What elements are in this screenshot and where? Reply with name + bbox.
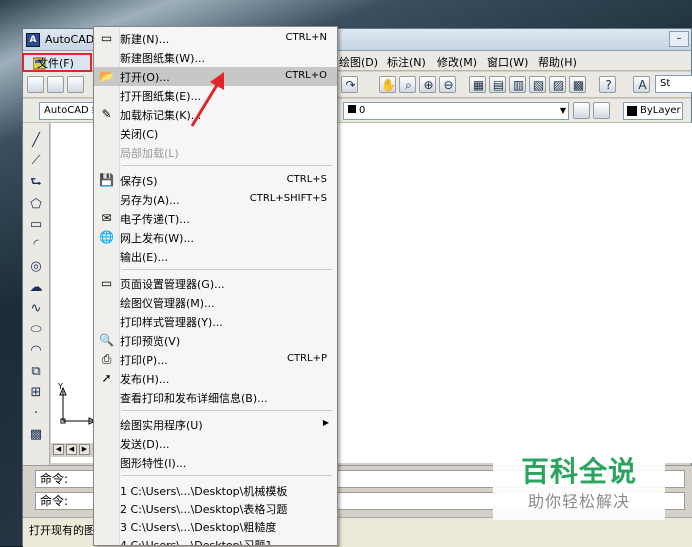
zoom-realtime-icon[interactable]: ⌕ <box>399 76 416 93</box>
hatch-icon[interactable]: ▩ <box>28 427 44 443</box>
menu-separator <box>122 475 332 476</box>
construction-line-icon[interactable]: ⟋ <box>28 153 44 169</box>
tool-palettes-icon[interactable]: ▥ <box>509 76 526 93</box>
revision-cloud-icon[interactable]: ☁ <box>28 280 44 296</box>
menu-page-setup[interactable]: ▭ 页面设置管理器(G)... <box>94 274 337 293</box>
draw-toolbar: ╱ ⟋ ⮑ ⬠ ▭ ◜ ◎ ☁ ∿ ⬭ ◠ ⧉ ⊞ · ▩ <box>23 123 50 491</box>
menu-dimension[interactable]: 标注(N) <box>387 54 426 70</box>
menu-publish-web[interactable]: 🌐 网上发布(W)... <box>94 228 337 247</box>
print-preview-icon: 🔍 <box>99 333 114 347</box>
first-tab-button[interactable]: ◀ <box>53 444 64 455</box>
minimize-button[interactable]: – <box>669 31 689 47</box>
menu-window[interactable]: 窗口(W) <box>487 54 528 70</box>
menu-draw[interactable]: 绘图(D) <box>339 54 378 70</box>
make-current-layer-icon[interactable] <box>593 102 610 119</box>
zoom-previous-icon[interactable]: ⊖ <box>439 76 456 93</box>
polyline-icon[interactable]: ⮑ <box>28 175 44 191</box>
menu-send[interactable]: 发送(D)... <box>94 434 337 453</box>
menu-help[interactable]: 帮助(H) <box>538 54 577 70</box>
pan-icon[interactable]: ✋ <box>379 76 396 93</box>
menu-publish[interactable]: ➚ 发布(H)... <box>94 369 337 388</box>
menu-new-sheetset[interactable]: 新建图纸集(W)... <box>94 48 337 67</box>
menu-recent-file[interactable]: 1 C:\Users\...\Desktop\机械模板 <box>94 481 337 500</box>
layer-combo[interactable]: 0 ▼ <box>343 102 569 120</box>
new-file-icon: ▭ <box>100 31 113 45</box>
menu-etransmit[interactable]: ✉ 电子传递(T)... <box>94 209 337 228</box>
menu-new[interactable]: ▭ 新建(N)... CTRL+N <box>94 29 337 48</box>
ellipse-arc-icon[interactable]: ◠ <box>28 343 44 359</box>
menu-save-as[interactable]: 另存为(A)... CTRL+SHIFT+S <box>94 190 337 209</box>
save-icon: 💾 <box>99 173 114 187</box>
watermark-title: 百科全说 <box>520 455 637 488</box>
menu-modify[interactable]: 修改(M) <box>437 54 477 70</box>
publish-icon: ➚ <box>101 371 112 385</box>
menu-plot-style-manager[interactable]: 打印样式管理器(Y)... <box>94 312 337 331</box>
text-style-combo[interactable]: St <box>655 75 692 93</box>
menu-separator <box>122 410 332 411</box>
insert-block-icon[interactable]: ⧉ <box>28 364 44 380</box>
open-icon[interactable] <box>47 76 64 93</box>
svg-text:Y: Y <box>57 383 63 391</box>
red-arrow-annotation <box>190 72 224 127</box>
point-icon[interactable]: · <box>28 406 44 422</box>
calculator-icon[interactable]: ▩ <box>569 76 586 93</box>
menu-save[interactable]: 💾 保存(S) CTRL+S <box>94 171 337 190</box>
menu-partial-load: 局部加载(L) <box>120 147 179 160</box>
chevron-down-icon: ▼ <box>559 106 566 115</box>
color-swatch <box>627 106 637 116</box>
designcenter-icon[interactable]: ▤ <box>489 76 506 93</box>
help-icon[interactable]: ? <box>599 76 616 93</box>
make-block-icon[interactable]: ⊞ <box>28 385 44 401</box>
print-icon: ⎙ <box>101 352 112 366</box>
redo-icon[interactable]: ↷ <box>341 76 358 93</box>
watermark-subtitle: 助你轻松解决 <box>527 492 630 511</box>
polygon-icon[interactable]: ⬠ <box>28 197 44 213</box>
menu-recent-file[interactable]: 2 C:\Users\...\Desktop\表格习题 <box>94 499 337 518</box>
open-folder-icon: 📂 <box>99 69 114 83</box>
status-text: 打开现有的图 <box>29 524 95 537</box>
menu-recent-file[interactable]: 4 C:\Users\...\Desktop\习题1 <box>94 535 337 545</box>
qnew-icon[interactable] <box>27 76 44 93</box>
zoom-window-icon[interactable]: ⊕ <box>419 76 436 93</box>
menu-plot-preview[interactable]: 🔍 打印预览(V) <box>94 331 337 350</box>
menu-plot-details[interactable]: 查看打印和发布详细信息(B)... <box>94 388 337 407</box>
menu-separator <box>122 165 332 166</box>
publish-web-icon: 🌐 <box>99 230 114 244</box>
next-tab-button[interactable]: ▶ <box>79 444 90 455</box>
sheetset-icon[interactable]: ▧ <box>529 76 546 93</box>
menu-drawing-utilities[interactable]: 绘图实用程序(U) ▶ <box>94 415 337 434</box>
save-toolbar-icon[interactable] <box>67 76 84 93</box>
arc-icon[interactable]: ◜ <box>28 237 44 253</box>
menu-plotter-manager[interactable]: 绘图仪管理器(M)... <box>94 293 337 312</box>
menu-export[interactable]: 输出(E)... <box>94 247 337 266</box>
autocad-app-icon: A <box>26 33 40 47</box>
color-control-combo[interactable]: ByLayer <box>623 102 683 120</box>
workspace-combo[interactable]: AutoCAD 经 <box>39 102 95 120</box>
rectangle-icon[interactable]: ▭ <box>28 217 44 233</box>
spline-icon[interactable]: ∿ <box>28 301 44 317</box>
ucs-icon: Y <box>57 383 95 425</box>
watermark-logo: 百科全说 助你轻松解决 <box>493 436 665 520</box>
line-tool-icon[interactable]: ╱ <box>28 133 44 149</box>
etransmit-icon: ✉ <box>101 211 112 225</box>
menu-separator <box>122 269 332 270</box>
circle-icon[interactable]: ◎ <box>28 259 44 275</box>
menu-recent-file[interactable]: 3 C:\Users\...\Desktop\粗糙度 <box>94 517 337 536</box>
markup-toolbar-icon[interactable]: ▨ <box>549 76 566 93</box>
menu-drawing-properties[interactable]: 图形特性(I)... <box>94 453 337 472</box>
properties-icon[interactable]: ▦ <box>469 76 486 93</box>
markup-icon: ✎ <box>101 107 112 121</box>
text-style-icon[interactable]: A <box>633 76 650 93</box>
layer-previous-icon[interactable] <box>573 102 590 119</box>
ellipse-icon[interactable]: ⬭ <box>28 322 44 338</box>
menu-file-label: 文件(F) <box>37 57 74 70</box>
menu-plot[interactable]: ⎙ 打印(P)... CTRL+P <box>94 350 337 369</box>
submenu-arrow-icon: ▶ <box>322 418 329 427</box>
page-setup-icon: ▭ <box>100 276 113 290</box>
prev-tab-button[interactable]: ◀ <box>66 444 77 455</box>
